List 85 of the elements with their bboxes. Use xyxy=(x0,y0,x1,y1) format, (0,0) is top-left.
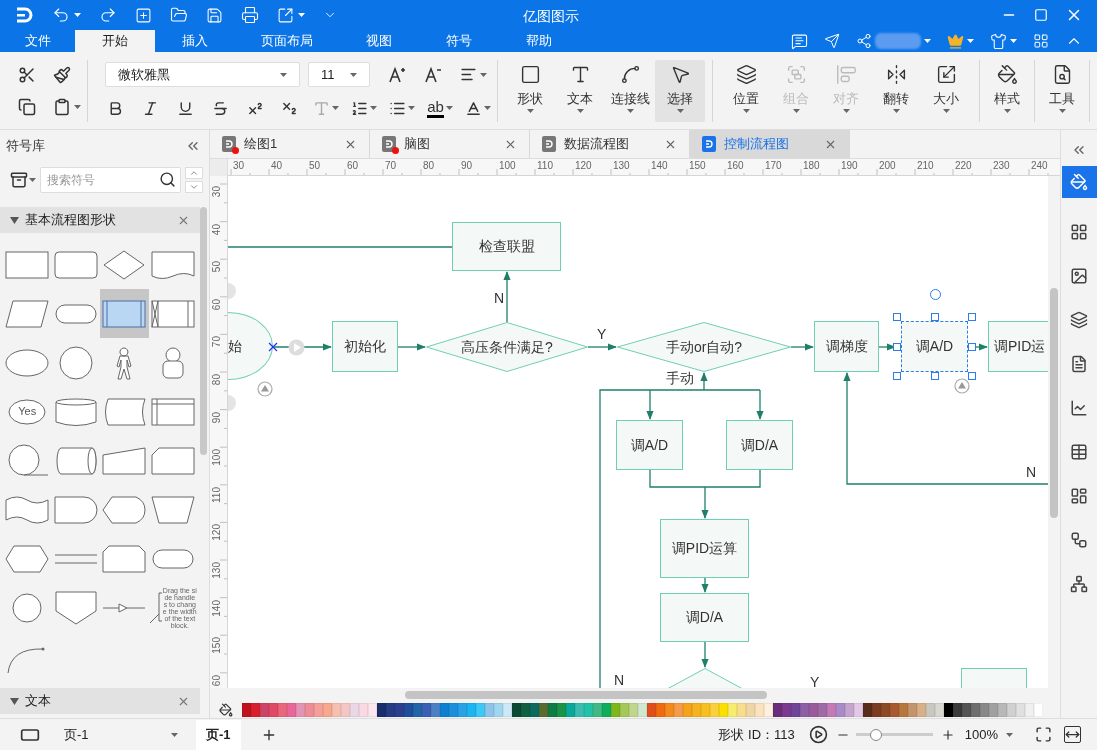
ruler-label: 160 xyxy=(727,160,744,172)
ruler-label: 90 xyxy=(212,411,222,423)
ruler-label: 70 xyxy=(385,160,397,172)
ribbon-button[interactable]: 形状 xyxy=(505,59,555,122)
ruler-label: 200 xyxy=(879,160,896,172)
menu-tab[interactable]: 页面布局 xyxy=(235,30,339,52)
ruler-label: 80 xyxy=(212,374,222,386)
ruler-label: 100 xyxy=(499,160,516,172)
section-header[interactable]: 文本 xyxy=(0,688,201,714)
ruler-label: 40 xyxy=(212,223,222,235)
ruler-label: 70 xyxy=(212,336,222,348)
flowchart-box[interactable]: 调PID运 xyxy=(988,321,1048,372)
ruler-label: 30 xyxy=(212,186,222,198)
ruler-label: 190 xyxy=(841,160,858,172)
ruler-label: 100 xyxy=(212,449,222,466)
flowchart-box[interactable]: 调PID运算 xyxy=(660,519,749,578)
section-header[interactable]: 基本流程图形状 xyxy=(0,207,201,233)
ruler-label: 90 xyxy=(461,160,473,172)
ribbon-button[interactable]: 位置 xyxy=(721,59,771,122)
ruler-label: 240 xyxy=(1031,160,1048,172)
panel-title: 符号库 xyxy=(6,137,45,156)
flowchart-decision[interactable]: 高压条件满足? xyxy=(426,322,588,372)
page-select[interactable]: 页-1 xyxy=(64,724,178,745)
ruler-label: 110 xyxy=(537,160,553,172)
ruler-label: 60 xyxy=(212,298,222,310)
zoom-select[interactable]: 100% xyxy=(964,724,1013,745)
ruler-label: 50 xyxy=(309,160,321,172)
edge-label: N xyxy=(1026,463,1037,482)
ribbon-button[interactable]: 连接线 xyxy=(605,59,655,122)
flowchart-box[interactable]: 调A/D xyxy=(901,321,968,372)
ribbon-button[interactable]: 样式 xyxy=(982,59,1032,122)
ruler-label: 40 xyxy=(271,160,283,172)
search-field[interactable]: 搜索符号 xyxy=(40,167,181,193)
edge-label: 手动 xyxy=(666,369,694,388)
flowchart-box[interactable]: 初始化 xyxy=(332,321,398,372)
flowchart-decision[interactable]: 手动or自动? xyxy=(617,322,791,372)
edge-label: Y xyxy=(810,673,820,688)
ruler-label: 130 xyxy=(613,160,630,172)
ruler-label: 150 xyxy=(212,637,222,654)
ribbon-button[interactable]: 文本 xyxy=(555,59,605,122)
menu-tab[interactable]: 帮助 xyxy=(499,30,579,52)
flowchart-terminator[interactable]: 始 xyxy=(228,312,273,380)
menu-tab[interactable]: 开始 xyxy=(75,30,155,52)
ruler-label: 120 xyxy=(212,524,222,542)
ribbon-button[interactable]: 大小 xyxy=(921,59,971,122)
edge-label: Y xyxy=(597,325,607,344)
ruler-label: 30 xyxy=(233,160,245,172)
ruler-label: 80 xyxy=(423,160,435,172)
ruler-label: 130 xyxy=(212,562,222,579)
flowchart-box[interactable]: 检查联盟 xyxy=(452,222,561,271)
ruler-label: 220 xyxy=(955,160,972,172)
menu-tab[interactable]: 视图 xyxy=(339,30,419,52)
shape-label: Yes xyxy=(18,404,37,420)
ruler-label: 140 xyxy=(212,599,222,617)
ruler-label: 60 xyxy=(347,160,359,172)
font-size-select[interactable]: 11 xyxy=(308,62,370,87)
window-title: 亿图图示 xyxy=(523,7,579,26)
ruler-label: 210 xyxy=(917,160,934,172)
menu-tab[interactable]: 插入 xyxy=(155,30,235,52)
ruler-label: 180 xyxy=(803,160,820,172)
flowchart-box[interactable]: 调D/A xyxy=(726,420,793,470)
ruler-label: 110 xyxy=(212,486,222,503)
ruler-label: 120 xyxy=(575,160,592,172)
page-tab[interactable]: 页-1 xyxy=(196,719,241,750)
menu-tab[interactable]: 文件 xyxy=(0,30,75,52)
flowchart-box[interactable]: 调梯度 xyxy=(814,321,879,372)
ruler-label: 150 xyxy=(689,160,706,172)
format-button[interactable]: ab xyxy=(421,97,460,119)
edge-label: N xyxy=(614,671,625,688)
font-family-select[interactable]: 微软雅黑 xyxy=(105,62,300,87)
ruler-label: 230 xyxy=(993,160,1010,172)
menu-tab[interactable]: 符号 xyxy=(419,30,499,52)
ribbon-button[interactable]: 选择 xyxy=(655,59,705,122)
drawing-canvas[interactable]: 检查联盟 始 初始化 高压条件满足? 手动or自动? 调梯度 调A/D 调PID运 调A/D 调D/A 调PID运算 调D/A N Y 手动 N N Y xyxy=(228,176,1048,688)
edge-label: N xyxy=(494,289,505,308)
ruler-label: 60 xyxy=(212,674,222,686)
flowchart-box[interactable]: 调D/A xyxy=(660,593,749,642)
ruler-label: 170 xyxy=(765,160,782,172)
ribbon-button[interactable]: 翻转 xyxy=(871,59,921,122)
ribbon-button[interactable]: 工具 xyxy=(1037,59,1087,122)
ruler-label: 50 xyxy=(212,261,222,273)
flowchart-box[interactable]: 调A/D xyxy=(616,420,683,470)
shape-tile[interactable]: Yes xyxy=(3,387,52,436)
shape-id: 形状 ID：113 xyxy=(718,725,795,744)
ruler-label: 140 xyxy=(651,160,668,172)
